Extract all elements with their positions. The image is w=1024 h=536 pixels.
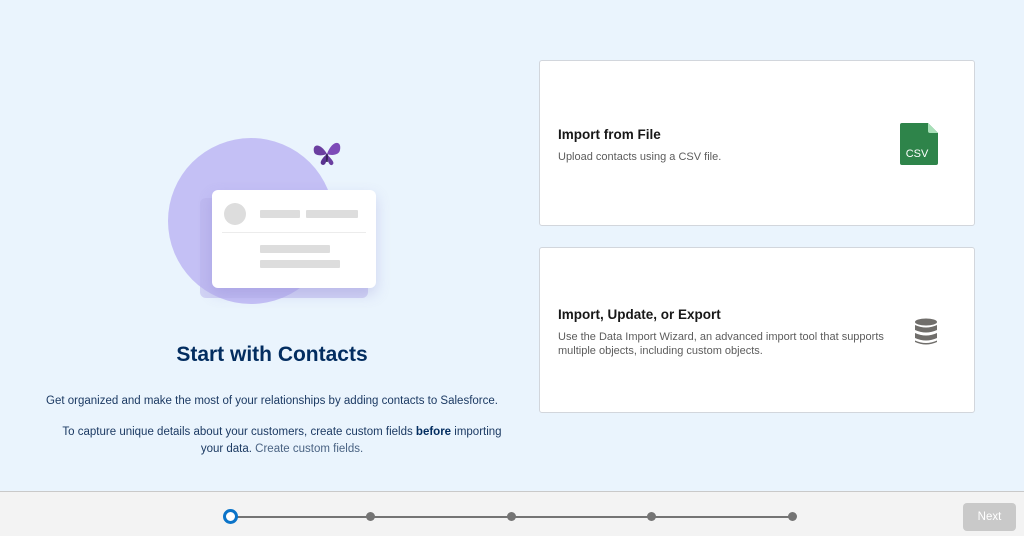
progress-step-4[interactable] (647, 512, 656, 521)
svg-text:CSV: CSV (906, 148, 929, 160)
main-panel: Start with Contacts Get organized and ma… (0, 0, 1024, 491)
illustration-bar (260, 210, 300, 218)
illustration-avatar (224, 203, 246, 225)
option-description: Upload contacts using a CSV file. (558, 151, 722, 163)
illustration-bar (260, 260, 340, 268)
custom-fields-text: To capture unique details about your cus… (62, 426, 416, 438)
illustration-divider (222, 232, 366, 233)
contacts-illustration (150, 130, 410, 330)
wizard-footer: Next (0, 491, 1024, 536)
intro-description: Get organized and make the most of your … (46, 395, 498, 407)
custom-fields-emphasis: before (415, 426, 452, 438)
option-description: Use the Data Import Wizard, an advanced … (558, 331, 884, 357)
option-title: Import, Update, or Export (558, 307, 721, 322)
illustration-contact-card (212, 190, 376, 288)
progress-step-5[interactable] (788, 512, 797, 521)
option-title: Import from File (558, 127, 661, 142)
progress-step-2[interactable] (366, 512, 375, 521)
import-update-export-option[interactable]: Import, Update, or Export Use the Data I… (539, 247, 975, 413)
custom-fields-hint: To capture unique details about your cus… (60, 424, 504, 458)
csv-file-icon: CSV (900, 123, 938, 165)
database-icon (915, 318, 937, 345)
butterfly-icon (313, 142, 341, 166)
illustration-bar (260, 245, 330, 253)
next-button[interactable]: Next (963, 503, 1016, 531)
progress-step-1[interactable] (223, 509, 238, 524)
progress-step-3[interactable] (507, 512, 516, 521)
page-title: Start with Contacts (176, 343, 368, 366)
illustration-bar (306, 210, 358, 218)
import-from-file-option[interactable]: Import from File Upload contacts using a… (539, 60, 975, 226)
create-custom-fields-link[interactable]: Create custom fields. (255, 443, 363, 455)
